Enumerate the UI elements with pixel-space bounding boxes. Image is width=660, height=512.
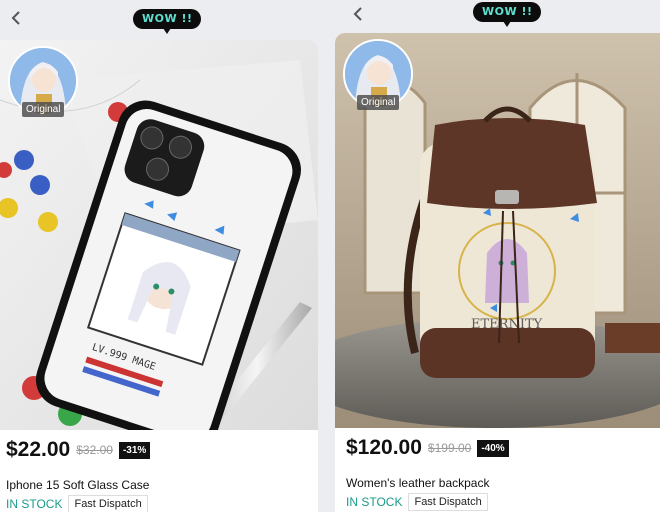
stock-status: IN STOCK [346,495,403,509]
stock-row: IN STOCK Fast Dispatch [6,495,148,512]
product-title[interactable]: Iphone 15 Soft Glass Case [6,478,149,492]
product-title[interactable]: Women's leather backpack [346,476,489,490]
price-row: $22.00 $32.00 -31% [6,438,151,462]
price: $120.00 [346,436,422,459]
product-column-backpack: WOW !! ETERNITY Original $120.00 $199.00… [330,0,660,512]
chevron-left-icon [353,7,362,21]
original-price: $32.00 [76,443,113,457]
product-card[interactable]: ETERNITY Original $120.00 $199.00 -40% W… [335,33,660,512]
dispatch-badge: Fast Dispatch [68,495,148,512]
product-photo[interactable]: ETERNITY Original [335,33,660,428]
art-label: ETERNITY [471,317,543,332]
wow-badge: WOW !! [133,9,202,34]
discount-badge: -31% [118,441,151,459]
chevron-left-icon [11,11,20,25]
original-tag: Original [22,102,65,117]
original-character-avatar: Original [8,46,78,117]
original-character-avatar: Original [343,39,413,110]
original-price: $199.00 [427,441,472,455]
stock-row: IN STOCK Fast Dispatch [346,493,488,511]
back-button[interactable] [348,4,368,24]
original-tag: Original [357,95,400,110]
wow-badge: WOW !! [473,2,542,27]
product-photo[interactable]: LV.999 MAGE Original [0,40,318,430]
product-card[interactable]: LV.999 MAGE Original $22.00 $32.00 -31% … [0,40,318,512]
dispatch-badge: Fast Dispatch [408,493,488,511]
product-column-phone-case: WOW !! LV.999 MAGE Original $22.00 $32.0… [0,0,322,512]
stock-status: IN STOCK [6,497,63,511]
price-row: $120.00 $199.00 -40% [346,436,509,460]
back-button[interactable] [6,8,26,28]
discount-badge: -40% [477,439,509,457]
price: $22.00 [6,438,71,461]
